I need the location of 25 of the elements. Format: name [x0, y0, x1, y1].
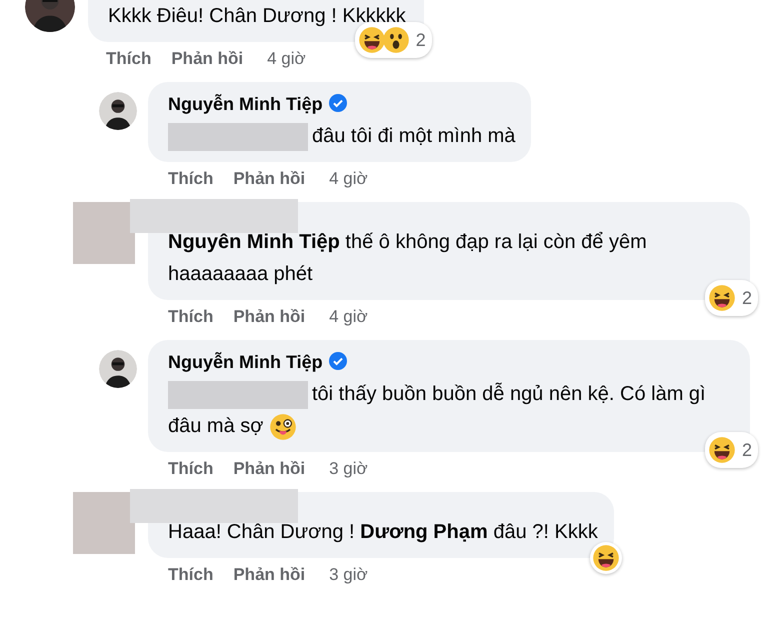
comment-text: Nguyễn Minh Tiệp thế ô không đạp ra lại còn để yêm haaaaaaaa phét: [168, 230, 648, 287]
reply-button[interactable]: Phản hồi: [171, 48, 244, 70]
timestamp: 4 giờ: [329, 168, 368, 190]
comment-text: đâu tôi đi một mình mà: [311, 124, 516, 149]
like-button[interactable]: Thích: [168, 564, 214, 586]
timestamp: 3 giờ: [329, 458, 368, 480]
blurred-avatar: [73, 492, 135, 554]
reaction-count[interactable]: 2: [704, 280, 758, 316]
reply-button[interactable]: Phản hồi: [233, 458, 306, 480]
reply-button[interactable]: Phản hồi: [233, 168, 306, 190]
like-button[interactable]: Thích: [106, 48, 152, 70]
like-button[interactable]: Thích: [168, 458, 214, 480]
reply-button[interactable]: Phản hồi: [233, 564, 306, 586]
timestamp: 3 giờ: [329, 564, 368, 586]
author-name[interactable]: Nguyễn Minh Tiệp: [168, 92, 323, 116]
blurred-avatar: [73, 202, 135, 264]
like-button[interactable]: Thích: [168, 306, 214, 328]
reply-button[interactable]: Phản hồi: [233, 306, 306, 328]
like-button[interactable]: Thích: [168, 168, 214, 190]
reaction-count[interactable]: 2: [704, 432, 758, 468]
reaction-count[interactable]: 2: [354, 22, 432, 58]
timestamp: 4 giờ: [267, 48, 306, 70]
author-name[interactable]: Nguyễn Minh Tiệp: [168, 350, 323, 374]
timestamp: 4 giờ: [329, 306, 368, 328]
comment-text: Haaa! Chân Dương ! Dương Phạm đâu ?! Kkkk: [168, 520, 598, 545]
